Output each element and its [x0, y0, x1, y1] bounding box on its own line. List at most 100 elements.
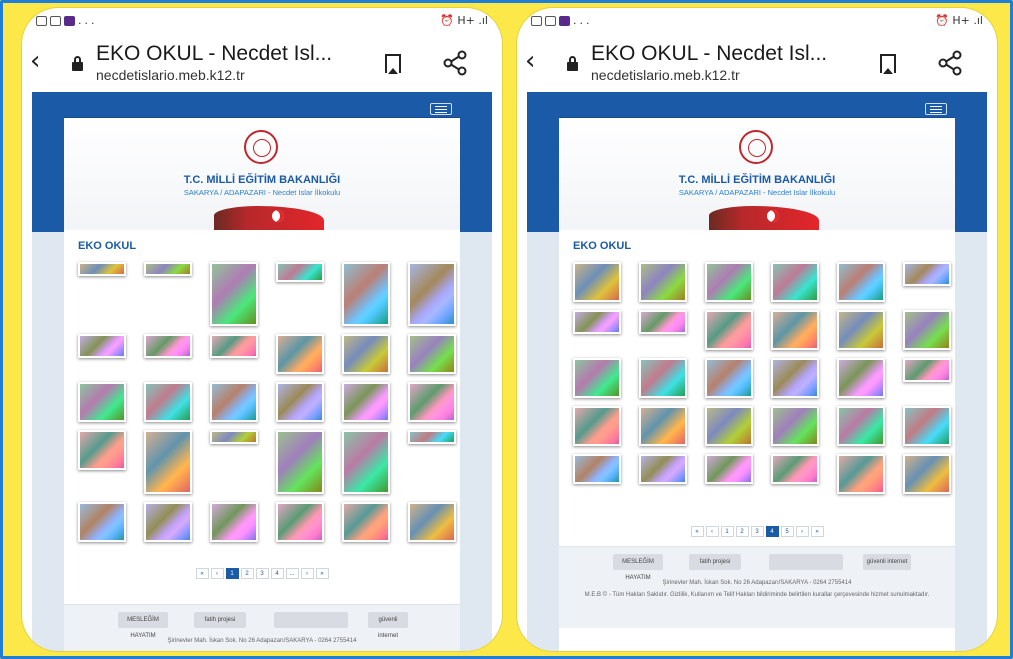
gallery-photo[interactable] — [573, 454, 621, 484]
page-link[interactable]: ‹ — [210, 568, 224, 579]
gallery-photo[interactable] — [144, 262, 192, 276]
bookmark-icon[interactable] — [880, 54, 896, 74]
gallery-photo[interactable] — [144, 502, 192, 542]
gallery-photo[interactable] — [903, 262, 951, 286]
gallery-photo[interactable] — [903, 358, 951, 382]
gallery-photo[interactable] — [639, 310, 687, 334]
app-icon — [64, 16, 75, 26]
page-link[interactable]: 3 — [750, 526, 764, 537]
share-icon[interactable] — [442, 50, 468, 76]
gallery-photo[interactable] — [144, 334, 192, 358]
partner-logo[interactable] — [274, 612, 348, 628]
gallery-photo[interactable] — [210, 430, 258, 444]
gallery-photo[interactable] — [144, 382, 192, 422]
page-link[interactable]: 3 — [255, 568, 269, 579]
page-link[interactable]: « — [195, 568, 209, 579]
gallery-photo[interactable] — [837, 310, 885, 350]
gallery-photo[interactable] — [210, 262, 258, 326]
gallery-photo[interactable] — [705, 310, 753, 350]
gallery-photo[interactable] — [771, 406, 819, 446]
gallery-photo[interactable] — [408, 382, 456, 422]
gallery-photo[interactable] — [408, 262, 456, 326]
gallery-photo[interactable] — [276, 502, 324, 542]
page-link[interactable]: 5 — [780, 526, 794, 537]
gallery-photo[interactable] — [903, 310, 951, 350]
gallery-photo[interactable] — [78, 334, 126, 358]
page-link[interactable]: 2 — [735, 526, 749, 537]
meslegim-logo[interactable]: MESLEĞİM HAYATIM — [118, 612, 168, 639]
fatih-logo[interactable]: fatih projesi — [194, 612, 246, 628]
page-link[interactable]: » — [315, 568, 329, 579]
page-title[interactable]: EKO OKUL - Necdet Isl... — [591, 42, 827, 66]
gallery-photo[interactable] — [342, 502, 390, 542]
gallery-photo[interactable] — [771, 358, 819, 398]
gallery-photo[interactable] — [276, 334, 324, 374]
bookmark-icon[interactable] — [385, 54, 401, 74]
gallery-photo[interactable] — [342, 430, 390, 494]
page-link[interactable]: › — [300, 568, 314, 579]
gallery-photo[interactable] — [639, 454, 687, 484]
gallery-photo[interactable] — [771, 310, 819, 350]
gallery-photo[interactable] — [771, 262, 819, 302]
gallery-photo[interactable] — [210, 502, 258, 542]
page-link[interactable]: 4 — [765, 526, 779, 537]
gallery-photo[interactable] — [837, 358, 885, 398]
gallery-photo[interactable] — [276, 430, 324, 494]
gallery-photo[interactable] — [342, 334, 390, 374]
gallery-photo[interactable] — [78, 382, 126, 422]
gallery-photo[interactable] — [408, 502, 456, 542]
gallery-photo[interactable] — [210, 334, 258, 358]
page-link[interactable]: 4 — [270, 568, 284, 579]
partner-logo[interactable] — [769, 554, 843, 570]
gallery-photo[interactable] — [210, 382, 258, 422]
page-url[interactable]: necdetislario.meb.k12.tr — [591, 67, 740, 83]
page-link[interactable]: 1 — [225, 568, 239, 579]
share-icon[interactable] — [937, 50, 963, 76]
guvenli-internet-logo[interactable]: güvenli internet — [863, 554, 911, 570]
gallery-photo[interactable] — [705, 454, 753, 484]
page-link[interactable]: ‹ — [705, 526, 719, 537]
meslegim-logo[interactable]: MESLEĞİM HAYATIM — [613, 554, 663, 581]
gallery-photo[interactable] — [639, 406, 687, 446]
gallery-photo[interactable] — [639, 358, 687, 398]
gallery-photo[interactable] — [705, 406, 753, 446]
back-icon[interactable]: ‹ — [30, 46, 40, 76]
gallery-photo[interactable] — [705, 358, 753, 398]
menu-icon[interactable] — [925, 103, 947, 115]
gallery-photo[interactable] — [78, 502, 126, 542]
gallery-photo[interactable] — [903, 454, 951, 494]
gallery-photo[interactable] — [144, 430, 192, 494]
gallery-photo[interactable] — [573, 262, 621, 302]
gallery-photo[interactable] — [639, 262, 687, 302]
gallery-photo[interactable] — [837, 262, 885, 302]
back-icon[interactable]: ‹ — [525, 46, 535, 76]
gallery-photo[interactable] — [573, 358, 621, 398]
gallery-photo[interactable] — [705, 262, 753, 302]
menu-icon[interactable] — [430, 103, 452, 115]
gallery-photo[interactable] — [78, 262, 126, 276]
gallery-photo[interactable] — [837, 454, 885, 494]
gallery-photo[interactable] — [771, 454, 819, 484]
page-title[interactable]: EKO OKUL - Necdet Isl... — [96, 42, 332, 66]
guvenli-internet-logo[interactable]: güvenli internet — [368, 612, 408, 639]
page-link[interactable]: › — [795, 526, 809, 537]
gallery-photo[interactable] — [276, 262, 324, 282]
gallery-photo[interactable] — [276, 382, 324, 422]
page-link[interactable]: » — [810, 526, 824, 537]
fatih-logo[interactable]: fatih projesi — [689, 554, 741, 570]
gallery-photo[interactable] — [78, 430, 126, 470]
gallery-photo[interactable] — [342, 262, 390, 326]
gallery-photo[interactable] — [408, 334, 456, 374]
gallery-photo[interactable] — [903, 406, 951, 446]
page-link[interactable]: « — [690, 526, 704, 537]
page-link[interactable]: 1 — [720, 526, 734, 537]
page-link[interactable]: 2 — [240, 568, 254, 579]
gallery-photo[interactable] — [408, 430, 456, 444]
section-heading: EKO OKUL — [78, 240, 137, 252]
gallery-photo[interactable] — [573, 406, 621, 446]
page-link[interactable]: ... — [285, 568, 299, 579]
gallery-photo[interactable] — [573, 310, 621, 334]
gallery-photo[interactable] — [837, 406, 885, 446]
page-url[interactable]: necdetislario.meb.k12.tr — [96, 67, 245, 83]
gallery-photo[interactable] — [342, 382, 390, 422]
